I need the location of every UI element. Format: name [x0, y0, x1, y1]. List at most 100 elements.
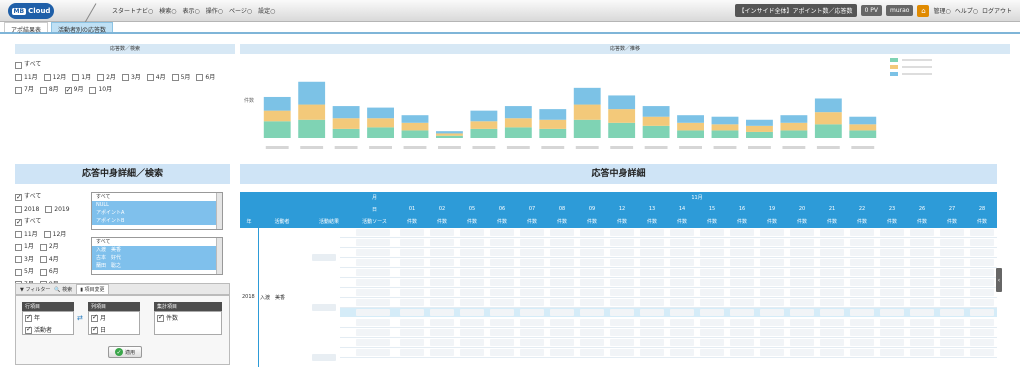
bar-segment[interactable]: [401, 115, 429, 123]
month-checkbox[interactable]: 4月: [146, 73, 166, 83]
bar-segment[interactable]: [539, 128, 567, 138]
list-item[interactable]: 蘭田 聡之: [92, 262, 222, 270]
bar-segment[interactable]: [401, 122, 429, 131]
bar-segment[interactable]: [642, 125, 670, 138]
bar-segment[interactable]: [573, 87, 601, 105]
bar-segment[interactable]: [573, 104, 601, 120]
filter-checkbox[interactable]: 5月: [15, 267, 34, 277]
bar-segment[interactable]: [849, 130, 877, 138]
list-item[interactable]: NULL: [92, 201, 222, 209]
bar-segment[interactable]: [849, 124, 877, 131]
month-all-checkbox[interactable]: すべて: [15, 60, 41, 70]
list-item[interactable]: 入渡 美香: [92, 246, 222, 254]
bar-segment[interactable]: [401, 130, 429, 138]
menu-item[interactable]: 表示○: [183, 6, 200, 15]
bar-segment[interactable]: [780, 122, 808, 131]
bar-segment[interactable]: [608, 95, 636, 110]
bar-segment[interactable]: [436, 133, 463, 136]
bar-segment[interactable]: [746, 119, 773, 126]
bar-segment[interactable]: [298, 81, 326, 105]
bar-segment[interactable]: [642, 106, 670, 117]
bar-segment[interactable]: [677, 122, 704, 131]
filter-checkbox[interactable]: 6月: [39, 267, 59, 277]
menu-item[interactable]: 設定○: [258, 6, 275, 15]
bar-segment[interactable]: [470, 121, 498, 129]
bar-segment[interactable]: [470, 110, 498, 122]
bar-segment[interactable]: [711, 124, 739, 131]
bar-segment[interactable]: [780, 130, 808, 138]
bar-segment[interactable]: [814, 98, 842, 113]
bar-segment[interactable]: [608, 109, 636, 123]
bar-segment[interactable]: [263, 121, 291, 138]
bar-segment[interactable]: [298, 104, 326, 120]
month-checkbox[interactable]: 7月: [15, 85, 34, 95]
menu-item[interactable]: スタートナビ○: [112, 6, 153, 15]
bar-segment[interactable]: [539, 109, 567, 120]
filter-checkbox[interactable]: 2月: [39, 242, 59, 252]
list-item[interactable]: アポイントA: [92, 209, 222, 217]
bar-segment[interactable]: [367, 118, 394, 128]
month-checkbox[interactable]: 6月: [196, 73, 215, 83]
scrollbar[interactable]: [216, 193, 222, 229]
bar-segment[interactable]: [436, 135, 463, 138]
bar-segment[interactable]: [642, 116, 670, 126]
menu-item[interactable]: 検索○: [159, 6, 176, 15]
scrollbar[interactable]: [216, 238, 222, 274]
bar-segment[interactable]: [263, 96, 291, 111]
menu-item[interactable]: ページ○: [229, 6, 252, 15]
bar-segment[interactable]: [332, 118, 360, 129]
home-icon[interactable]: ⌂: [917, 4, 930, 17]
filter-checkbox[interactable]: すべて: [15, 192, 41, 202]
bar-segment[interactable]: [746, 131, 773, 138]
menu-item[interactable]: 操作○: [206, 6, 223, 15]
bar-segment[interactable]: [711, 130, 739, 138]
menu-item[interactable]: ログアウト: [982, 6, 1012, 15]
result-listbox[interactable]: すべて NULL アポイントA アポイントB: [91, 192, 223, 230]
bar-segment[interactable]: [332, 106, 360, 119]
bar-segment[interactable]: [780, 115, 808, 123]
list-item[interactable]: アポイントB: [92, 217, 222, 225]
month-checkbox[interactable]: 5月: [171, 73, 190, 83]
tab-apo-result[interactable]: アポ結果表: [4, 22, 49, 34]
person-listbox[interactable]: すべて 入渡 美香 古本 好代 蘭田 聡之: [91, 237, 223, 275]
menu-item[interactable]: ヘルプ○: [955, 6, 978, 15]
bar-segment[interactable]: [677, 115, 704, 123]
app-logo[interactable]: MB Cloud: [8, 3, 54, 19]
bar-segment[interactable]: [711, 116, 739, 125]
apply-button[interactable]: ✓ 適用: [108, 346, 143, 358]
filter-checkbox[interactable]: 11月: [15, 230, 38, 240]
bar-segment[interactable]: [573, 119, 601, 138]
month-checkbox[interactable]: 9月: [64, 85, 83, 95]
filter-checkbox[interactable]: 12月: [43, 230, 66, 240]
filter-checkbox[interactable]: 3月: [15, 255, 34, 265]
month-checkbox[interactable]: 2月: [97, 73, 116, 83]
list-item[interactable]: すべて: [92, 193, 222, 201]
month-checkbox[interactable]: 8月: [39, 85, 59, 95]
tab-response-by-person[interactable]: 活動者別の応答数: [51, 22, 114, 34]
bar-segment[interactable]: [677, 130, 704, 138]
bar-segment[interactable]: [608, 122, 636, 138]
month-checkbox[interactable]: 12月: [43, 73, 66, 83]
bar-segment[interactable]: [814, 124, 842, 138]
bar-segment[interactable]: [367, 107, 394, 119]
filter-checkbox[interactable]: 2018: [15, 205, 39, 215]
bar-segment[interactable]: [263, 110, 291, 122]
menu-item[interactable]: 管理○: [933, 6, 950, 15]
bar-segment[interactable]: [470, 128, 498, 138]
bar-segment[interactable]: [539, 119, 567, 129]
filter-checkbox[interactable]: 4月: [39, 255, 59, 265]
bar-segment[interactable]: [332, 128, 360, 138]
bar-segment[interactable]: [814, 112, 842, 125]
tab-search[interactable]: 🔍 検索: [54, 286, 72, 293]
swap-icon[interactable]: ⇄: [77, 314, 83, 322]
user-name[interactable]: murao: [886, 5, 914, 16]
month-checkbox[interactable]: 10月: [89, 85, 112, 95]
month-checkbox[interactable]: 3月: [121, 73, 141, 83]
filter-checkbox[interactable]: 1月: [15, 242, 34, 252]
tab-item-change[interactable]: ▮ 項目変更: [76, 283, 109, 295]
bar-segment[interactable]: [298, 119, 326, 138]
bar-segment[interactable]: [504, 127, 532, 138]
bar-segment[interactable]: [746, 125, 773, 132]
tab-filter[interactable]: ▼ フィルター: [20, 286, 50, 293]
bar-segment[interactable]: [504, 106, 532, 119]
